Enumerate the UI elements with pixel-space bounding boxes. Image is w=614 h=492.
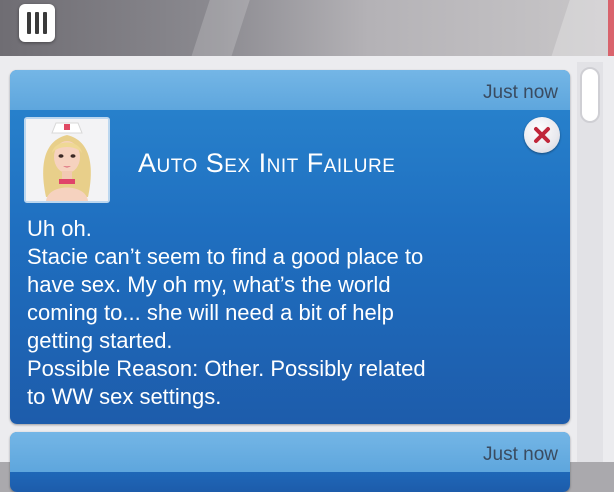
- game-backdrop: [0, 0, 614, 56]
- notification-timestamp: Just now: [483, 82, 558, 103]
- backdrop-streak: [187, 0, 253, 56]
- message-line: coming to... she will need a bit of help: [27, 300, 394, 325]
- menu-button[interactable]: [19, 4, 55, 42]
- notification-card: Just now: [10, 432, 570, 492]
- notification-title: Auto Sex Init Failure: [138, 148, 396, 178]
- notification-header: Just now: [10, 432, 570, 472]
- message-line: Uh oh.: [27, 216, 92, 241]
- message-line: Possible Reason: Other. Possibly related: [27, 356, 426, 381]
- backdrop-edge: [608, 0, 614, 56]
- menu-bars-icon: [27, 12, 47, 34]
- message-line: to WW sex settings.: [27, 384, 222, 409]
- notification-message: Uh oh. Stacie can’t seem to find a good …: [27, 215, 547, 411]
- notification-timestamp: Just now: [483, 444, 558, 465]
- message-line: have sex. My oh my, what’s the world: [27, 272, 391, 297]
- sim-portrait: [24, 117, 110, 203]
- backdrop-streak: [547, 0, 614, 56]
- close-icon: [534, 127, 550, 143]
- message-line: getting started.: [27, 328, 173, 353]
- scrollbar-thumb[interactable]: [580, 67, 600, 123]
- message-line: Stacie can’t seem to find a good place t…: [27, 244, 424, 269]
- notification-header: Just now: [10, 70, 570, 110]
- close-button[interactable]: [524, 117, 560, 153]
- notification-card: Just now Auto Sex Init Failure Uh oh. St…: [10, 70, 570, 424]
